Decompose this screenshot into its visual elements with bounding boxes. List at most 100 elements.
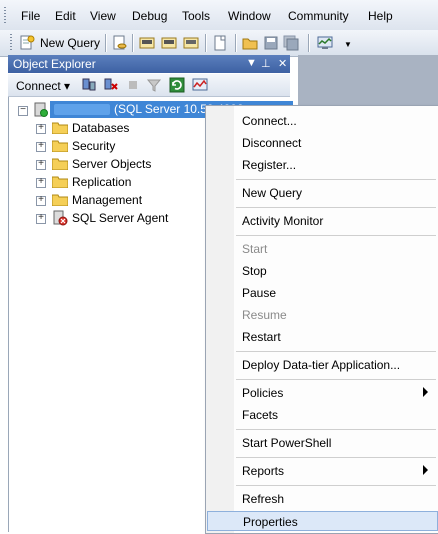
menu-separator: [236, 351, 436, 352]
menu-item-label: Connect...: [242, 114, 297, 128]
menu-item-start-powershell[interactable]: Start PowerShell: [207, 433, 438, 453]
submenu-arrow-icon: [423, 387, 428, 397]
menu-item-stop[interactable]: Stop: [207, 261, 438, 281]
submenu-arrow-icon: [423, 465, 428, 475]
menu-item-disconnect[interactable]: Disconnect: [207, 133, 438, 153]
connect-dropdown-button[interactable]: Connect ▾: [16, 79, 70, 93]
menu-separator: [236, 207, 436, 208]
menu-item-activity-monitor[interactable]: Activity Monitor: [207, 211, 438, 231]
disconnect-icon[interactable]: [103, 77, 119, 93]
toolbar-grip: [10, 34, 12, 52]
menubar-grip: [4, 7, 6, 23]
tree-node-label: Management: [72, 193, 143, 207]
menu-item-label: Register...: [242, 158, 297, 172]
menu-item-restart[interactable]: Restart: [207, 327, 438, 347]
menu-item-refresh[interactable]: Refresh: [207, 489, 438, 509]
menu-item-label: Start: [242, 242, 268, 256]
menu-file[interactable]: File: [21, 9, 40, 23]
toolbar-separator: [132, 34, 133, 52]
xmla-query-icon[interactable]: [183, 35, 199, 51]
close-icon[interactable]: ✕: [278, 57, 287, 70]
menu-separator: [236, 235, 436, 236]
save-icon[interactable]: [263, 35, 279, 51]
new-query-icon[interactable]: [19, 35, 35, 51]
standard-toolbar: New Query ▼: [0, 30, 438, 57]
menu-bar: File Edit View Debug Tools Window Commun…: [0, 0, 438, 31]
menu-item-deploy-data-tier[interactable]: Deploy Data-tier Application...: [207, 355, 438, 375]
tree-node-label: SQL Server Agent: [72, 211, 169, 225]
expand-expander[interactable]: [36, 122, 46, 134]
toolbar-separator: [205, 34, 206, 52]
window-position-dropdown-icon[interactable]: ▼: [246, 57, 257, 69]
menu-item-facets[interactable]: Facets: [207, 405, 438, 425]
database-query-icon[interactable]: [112, 35, 128, 51]
menu-separator: [236, 485, 436, 486]
menu-item-label: Refresh: [242, 492, 285, 506]
folder-icon: [52, 158, 68, 170]
menu-item-label: Stop: [242, 264, 267, 278]
activity-monitor-icon[interactable]: [192, 77, 208, 93]
toolbar-options-dropdown[interactable]: ▼: [344, 40, 352, 49]
expand-expander[interactable]: [36, 194, 46, 206]
menu-item-reports[interactable]: Reports: [207, 461, 438, 481]
menu-item-label: Reports: [242, 464, 285, 478]
expand-expander[interactable]: [36, 176, 46, 188]
expand-expander[interactable]: [36, 140, 46, 152]
menu-debug[interactable]: Debug: [132, 9, 167, 23]
menu-item-connect[interactable]: Connect...: [207, 111, 438, 131]
object-explorer-title: Object Explorer: [13, 57, 96, 71]
new-file-icon[interactable]: [212, 35, 228, 51]
menu-item-label: Activity Monitor: [242, 214, 324, 228]
menu-item-resume: Resume: [207, 305, 438, 325]
menu-item-label: Restart: [242, 330, 281, 344]
folder-icon: [52, 122, 68, 134]
menu-item-label: Properties: [243, 515, 298, 529]
menu-item-register[interactable]: Register...: [207, 155, 438, 175]
filter-icon[interactable]: [146, 77, 162, 93]
menu-item-label: Deploy Data-tier Application...: [242, 358, 401, 372]
connect-label: Connect: [16, 79, 61, 93]
open-file-icon[interactable]: [242, 35, 258, 51]
menu-item-label: Disconnect: [242, 136, 302, 150]
expand-expander[interactable]: [36, 212, 46, 224]
menu-item-new-query[interactable]: New Query: [207, 183, 438, 203]
folder-icon: [52, 140, 68, 152]
menu-item-label: New Query: [242, 186, 303, 200]
menu-separator: [236, 457, 436, 458]
new-query-button[interactable]: New Query: [40, 36, 100, 50]
mdx-query-icon[interactable]: [139, 35, 155, 51]
menu-separator: [236, 379, 436, 380]
menu-separator: [236, 429, 436, 430]
sql-server-icon: [34, 102, 48, 117]
dmx-query-icon[interactable]: [161, 35, 177, 51]
connect-object-explorer-icon[interactable]: [81, 77, 97, 93]
folder-icon: [52, 176, 68, 188]
tree-node-label: Replication: [72, 175, 132, 189]
menu-edit[interactable]: Edit: [55, 9, 76, 23]
activity-monitor-icon[interactable]: [317, 35, 333, 51]
stop-icon[interactable]: [125, 77, 141, 93]
menu-item-pause[interactable]: Pause: [207, 283, 438, 303]
menu-item-policies[interactable]: Policies: [207, 383, 438, 403]
menu-item-properties[interactable]: Properties: [207, 511, 438, 531]
menu-community[interactable]: Community: [288, 9, 349, 23]
menu-item-start: Start: [207, 239, 438, 259]
collapse-expander[interactable]: [18, 104, 28, 116]
object-explorer-toolbar: Connect ▾: [8, 74, 290, 97]
menu-item-label: Facets: [242, 408, 279, 422]
server-name-redacted: [54, 104, 110, 115]
menu-tools[interactable]: Tools: [182, 9, 210, 23]
save-all-icon[interactable]: [283, 35, 299, 51]
menu-window[interactable]: Window: [228, 9, 271, 23]
toolbar-separator: [105, 34, 106, 52]
context-menu: Connect... Disconnect Register... New Qu…: [205, 105, 438, 534]
refresh-icon[interactable]: [169, 77, 185, 93]
toolbar-separator: [235, 34, 236, 52]
auto-hide-pin-icon[interactable]: ⊥: [261, 57, 271, 70]
folder-icon: [52, 194, 68, 206]
menu-view[interactable]: View: [90, 9, 116, 23]
menu-help[interactable]: Help: [368, 9, 393, 23]
expand-expander[interactable]: [36, 158, 46, 170]
toolbar-separator: [308, 34, 309, 52]
tree-node-label: Security: [72, 139, 116, 153]
